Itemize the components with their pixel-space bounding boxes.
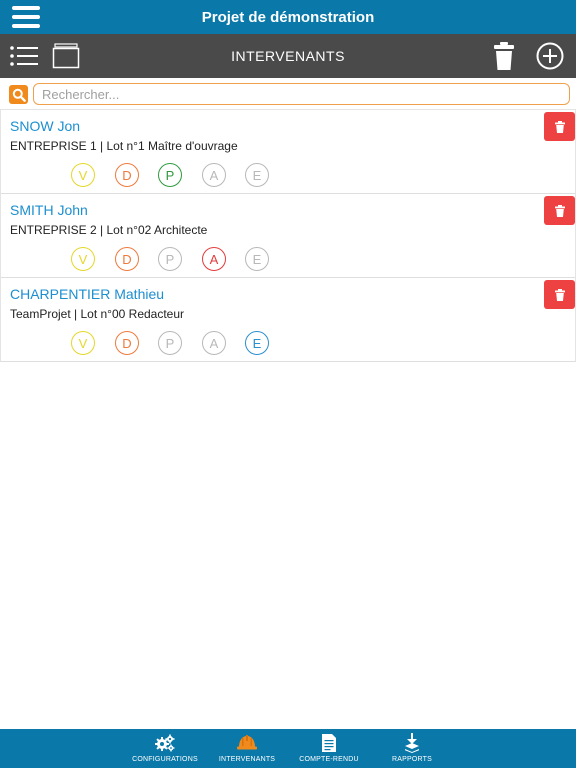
badge-a[interactable]: A: [202, 163, 226, 187]
trash-icon[interactable]: [490, 34, 518, 78]
badge-e[interactable]: E: [245, 163, 269, 187]
nav-label: COMPTE-RENDU: [299, 756, 359, 763]
intervenants-list: SNOW Jon ENTREPRISE 1 | Lot n°1 Maître d…: [0, 110, 576, 362]
nav-label: CONFIGURATIONS: [132, 756, 198, 763]
badge-d[interactable]: D: [115, 163, 139, 187]
gears-icon: [155, 733, 175, 753]
add-circle-icon[interactable]: [534, 34, 566, 78]
section-title: INTERVENANTS: [231, 48, 345, 64]
nav-label: RAPPORTS: [392, 756, 432, 763]
window-view-icon[interactable]: [50, 34, 82, 78]
intervenant-name[interactable]: SNOW Jon: [10, 118, 80, 134]
intervenant-company: ENTREPRISE 1 | Lot n°1 Maître d'ouvrage: [10, 139, 238, 153]
nav-rapports[interactable]: RAPPORTS: [378, 729, 446, 768]
document-icon: [321, 733, 337, 753]
intervenant-company: ENTREPRISE 2 | Lot n°02 Architecte: [10, 223, 208, 237]
list-view-icon[interactable]: [8, 34, 40, 78]
delete-button[interactable]: [544, 112, 575, 141]
project-title: Projet de démonstration: [201, 8, 375, 26]
nav-compte-rendu[interactable]: COMPTE-RENDU: [293, 729, 365, 768]
search-input[interactable]: [33, 83, 570, 105]
app-root: Projet de démonstration INTERVENANTS Rec…: [0, 0, 576, 768]
nav-intervenants[interactable]: INTERVENANTS: [212, 729, 282, 768]
list-item[interactable]: SNOW Jon ENTREPRISE 1 | Lot n°1 Maître d…: [1, 110, 575, 194]
bottom-navigation: CONFIGURATIONS INTERVENANTS COMPTE-RENDU…: [0, 729, 576, 768]
badge-v[interactable]: V: [71, 163, 95, 187]
badge-p[interactable]: P: [158, 163, 182, 187]
search-icon[interactable]: [9, 85, 28, 104]
badge-a[interactable]: A: [202, 247, 226, 271]
intervenant-name[interactable]: CHARPENTIER Mathieu: [10, 286, 164, 302]
badge-p[interactable]: P: [158, 247, 182, 271]
nav-label: INTERVENANTS: [218, 756, 276, 763]
trash-icon: [554, 204, 565, 217]
delete-button[interactable]: [544, 196, 575, 225]
intervenant-company: TeamProjet | Lot n°00 Redacteur: [10, 307, 185, 321]
badge-v[interactable]: V: [71, 247, 95, 271]
list-item[interactable]: SMITH John ENTREPRISE 2 | Lot n°02 Archi…: [1, 194, 575, 278]
toolbar: INTERVENANTS: [0, 34, 576, 78]
badge-e[interactable]: E: [245, 247, 269, 271]
top-app-bar: Projet de démonstration: [0, 0, 576, 34]
hard-hat-icon: [236, 733, 258, 753]
trash-icon: [554, 288, 565, 301]
trash-icon: [554, 120, 565, 133]
badge-a[interactable]: A: [202, 331, 226, 355]
badge-d[interactable]: D: [115, 331, 139, 355]
badge-p[interactable]: P: [158, 331, 182, 355]
hamburger-menu-icon[interactable]: [12, 6, 40, 28]
badge-v[interactable]: V: [71, 331, 95, 355]
nav-configurations[interactable]: CONFIGURATIONS: [130, 729, 200, 768]
badge-e[interactable]: E: [245, 331, 269, 355]
list-item[interactable]: CHARPENTIER Mathieu TeamProjet | Lot n°0…: [1, 278, 575, 362]
delete-button[interactable]: [544, 280, 575, 309]
intervenant-name[interactable]: SMITH John: [10, 202, 88, 218]
search-bar: [0, 78, 576, 110]
badge-d[interactable]: D: [115, 247, 139, 271]
reports-icon: [403, 733, 421, 753]
